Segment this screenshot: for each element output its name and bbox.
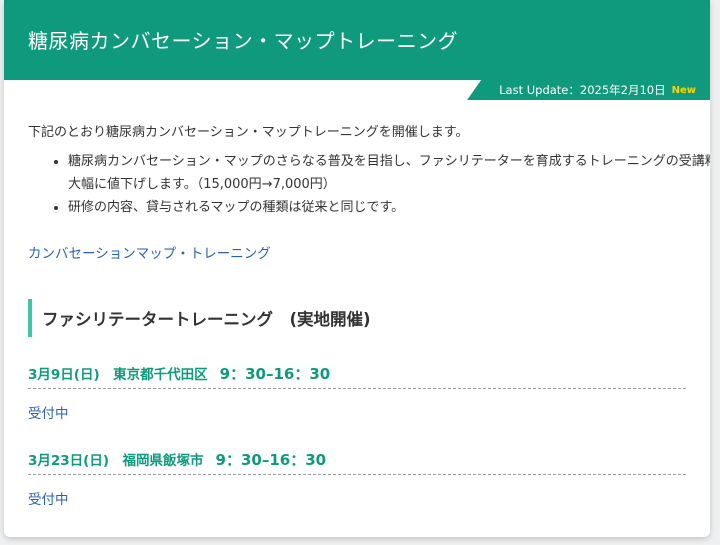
content-card: 糖尿病カンバセーション・マップトレーニング Last Update：2025年2… [4, 0, 710, 537]
conversation-map-training-link[interactable]: カンバセーションマップ・トレーニング [28, 242, 271, 262]
event-heading: 3月23日(日) 福岡県飯塚市 9：30–16：30 [28, 449, 686, 475]
event-heading: 3月9日(日) 東京都千代田区 9：30–16：30 [28, 363, 686, 389]
event-time: 9：30–16：30 [219, 365, 331, 383]
event-date-place: 3月23日(日) 福岡県飯塚市 [28, 453, 204, 469]
registration-status-link[interactable]: 受付中 [28, 402, 69, 422]
registration-status-link[interactable]: 受付中 [28, 488, 69, 508]
bullet-item: 研修の内容、貸与されるマップの種類は従来と同じです。 [68, 196, 710, 219]
last-update-text: Last Update：2025年2月10日 [499, 83, 666, 97]
event-time: 9：30–16：30 [215, 451, 327, 469]
page-title: 糖尿病カンバセーション・マップトレーニング [28, 29, 459, 53]
info-bullet-list: 糖尿病カンバセーション・マップのさらなる普及を目指し、ファシリテーターを育成する… [28, 150, 710, 219]
intro-text: 下記のとおり糖尿病カンバセーション・マップトレーニングを開催します。 [28, 125, 469, 140]
event-date-place: 3月9日(日) 東京都千代田区 [28, 367, 208, 383]
section-heading: ファシリテータートレーニング (実地開催) [28, 299, 371, 337]
page-header: 糖尿病カンバセーション・マップトレーニング [4, 0, 710, 80]
last-update-bar: Last Update：2025年2月10日 New [467, 80, 710, 100]
new-badge: New [671, 84, 696, 96]
bullet-item: 糖尿病カンバセーション・マップのさらなる普及を目指し、ファシリテーターを育成する… [68, 150, 710, 196]
